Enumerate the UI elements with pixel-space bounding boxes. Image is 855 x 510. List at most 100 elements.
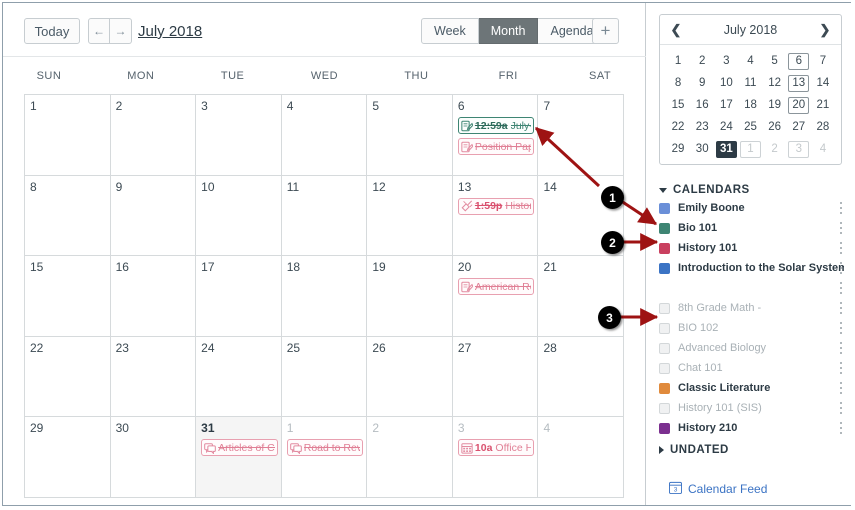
calendar-color-checkbox[interactable] [659,242,670,254]
mini-calendar-day[interactable]: 2 [763,138,787,160]
calendar-event[interactable]: 10aOffice Ho [457,439,535,457]
next-month-button[interactable]: → [110,18,132,44]
mini-calendar-day[interactable]: 4 [811,138,835,160]
mini-calendar-day[interactable]: 3 [714,50,738,72]
mini-calendar-day[interactable]: 26 [763,116,787,138]
mini-calendar-day[interactable]: 5 [763,50,787,72]
day-cell[interactable]: 9 [111,175,197,256]
previous-month-button[interactable]: ← [88,18,110,44]
calendar-list-item[interactable]: 8th Grade Math - [659,298,844,318]
mini-calendar-day[interactable]: 30 [690,138,714,160]
day-cell[interactable]: 24 [196,336,282,417]
calendar-list-item[interactable]: History 210 [659,418,844,438]
calendar-name[interactable]: Classic Literature [678,382,770,394]
calendar-name[interactable]: Chat 101 [678,362,723,374]
day-cell[interactable]: 15 [25,256,111,336]
day-cell[interactable]: 30 [111,417,197,497]
calendar-name[interactable]: History 101 [678,242,737,254]
mini-calendar-day[interactable]: 6 [787,50,811,72]
mini-calendar-day[interactable]: 4 [738,50,762,72]
day-cell[interactable]: 8 [25,175,111,256]
day-cell[interactable]: 23 [111,336,197,417]
mini-calendar-day[interactable]: 13 [787,72,811,94]
day-cell[interactable]: 27 [453,336,539,417]
calendar-color-checkbox[interactable] [659,222,670,234]
mini-calendar-day[interactable]: 1 [738,138,762,160]
calendar-name[interactable]: BIO 102 [678,322,718,334]
mini-calendar-day[interactable]: 12 [763,72,787,94]
mini-calendar-day[interactable]: 18 [738,94,762,116]
mini-calendar-day[interactable]: 9 [690,72,714,94]
day-cell[interactable]: 19 [367,256,453,336]
calendar-color-checkbox[interactable] [659,262,670,274]
calendar-event[interactable]: Articles of Co [201,439,278,457]
calendar-event[interactable]: 12:59aJuly-5t [457,117,535,134]
calendar-options-menu-icon[interactable] [835,421,847,435]
calendar-list-item[interactable]: Introduction to the Solar System [659,258,844,278]
day-cell[interactable]: 12 [367,175,453,256]
mini-calendar-day[interactable]: 11 [738,72,762,94]
day-cell[interactable]: 31 Articles of Co [196,417,282,497]
day-cell[interactable]: 16 [111,256,197,336]
undated-section-header[interactable]: UNDATED [659,444,729,456]
calendar-color-checkbox[interactable] [659,382,670,394]
day-cell[interactable]: 131:59pHistory [453,175,539,256]
mini-prev-month-button[interactable]: ❮ [669,22,683,38]
day-cell[interactable]: 4 [282,95,368,175]
calendar-list-item[interactable]: Advanced Biology [659,338,844,358]
mini-calendar-day[interactable]: 27 [787,116,811,138]
mini-calendar-day[interactable]: 20 [787,94,811,116]
calendar-list-item[interactable]: Bio 101 [659,218,844,238]
calendar-name[interactable]: 8th Grade Math - [678,302,761,314]
calendar-list-item[interactable]: BIO 102 [659,318,844,338]
calendar-options-menu-icon[interactable] [835,241,847,255]
calendar-list-item[interactable]: Emily Boone [659,198,844,218]
mini-calendar-day[interactable]: 10 [714,72,738,94]
calendar-options-menu-icon[interactable] [835,261,847,275]
calendar-options-menu-icon[interactable] [835,381,847,395]
calendar-options-menu-icon[interactable] [835,281,847,295]
calendar-options-menu-icon[interactable] [835,341,847,355]
calendar-event[interactable]: American Rev [457,278,535,296]
calendar-options-menu-icon[interactable] [835,301,847,315]
calendar-feed-link[interactable]: 3 Calendar Feed [669,481,767,497]
day-cell[interactable]: 10 [196,175,282,256]
mini-calendar-day[interactable]: 25 [738,116,762,138]
day-cell[interactable]: 20American Rev [453,256,539,336]
add-event-button[interactable]: + [592,18,619,44]
calendar-name[interactable]: Bio 101 [678,222,717,234]
day-cell[interactable]: 2 [367,417,453,497]
calendar-color-checkbox[interactable] [659,322,670,334]
calendar-options-menu-icon[interactable] [835,221,847,235]
mini-calendar-day[interactable]: 21 [811,94,835,116]
day-cell[interactable]: 29 [25,417,111,497]
calendar-name[interactable]: Advanced Biology [678,342,766,354]
calendar-options-menu-icon[interactable] [835,201,847,215]
calendar-color-checkbox[interactable] [659,362,670,374]
calendars-section-header[interactable]: CALENDARS [659,184,750,196]
day-cell[interactable]: 1 [25,95,111,175]
day-cell[interactable]: 22 [25,336,111,417]
day-cell[interactable]: 18 [282,256,368,336]
day-cell[interactable]: 3 [196,95,282,175]
calendar-color-checkbox[interactable] [659,422,670,434]
calendar-list-item[interactable]: Chat 101 [659,358,844,378]
day-cell[interactable]: 4 [538,417,623,497]
calendar-name[interactable]: History 101 (SIS) [678,402,762,414]
mini-calendar-day[interactable]: 29 [666,138,690,160]
calendar-name[interactable]: Introduction to the Solar System [678,262,844,274]
mini-calendar-day[interactable]: 22 [666,116,690,138]
mini-calendar-day[interactable]: 28 [811,116,835,138]
mini-calendar-day[interactable]: 24 [714,116,738,138]
day-cell[interactable]: 17 [196,256,282,336]
calendar-name[interactable]: Emily Boone [678,202,745,214]
calendar-list-item[interactable]: History 101 [659,238,844,258]
day-cell[interactable]: 7 [538,95,623,175]
calendar-color-checkbox[interactable] [659,202,670,214]
day-cell[interactable]: 25 [282,336,368,417]
mini-calendar-day[interactable]: 19 [763,94,787,116]
page-title[interactable]: July 2018 [138,23,202,40]
calendar-color-checkbox[interactable] [659,342,670,354]
mini-calendar-day[interactable]: 8 [666,72,690,94]
calendar-name[interactable]: History 210 [678,422,737,434]
